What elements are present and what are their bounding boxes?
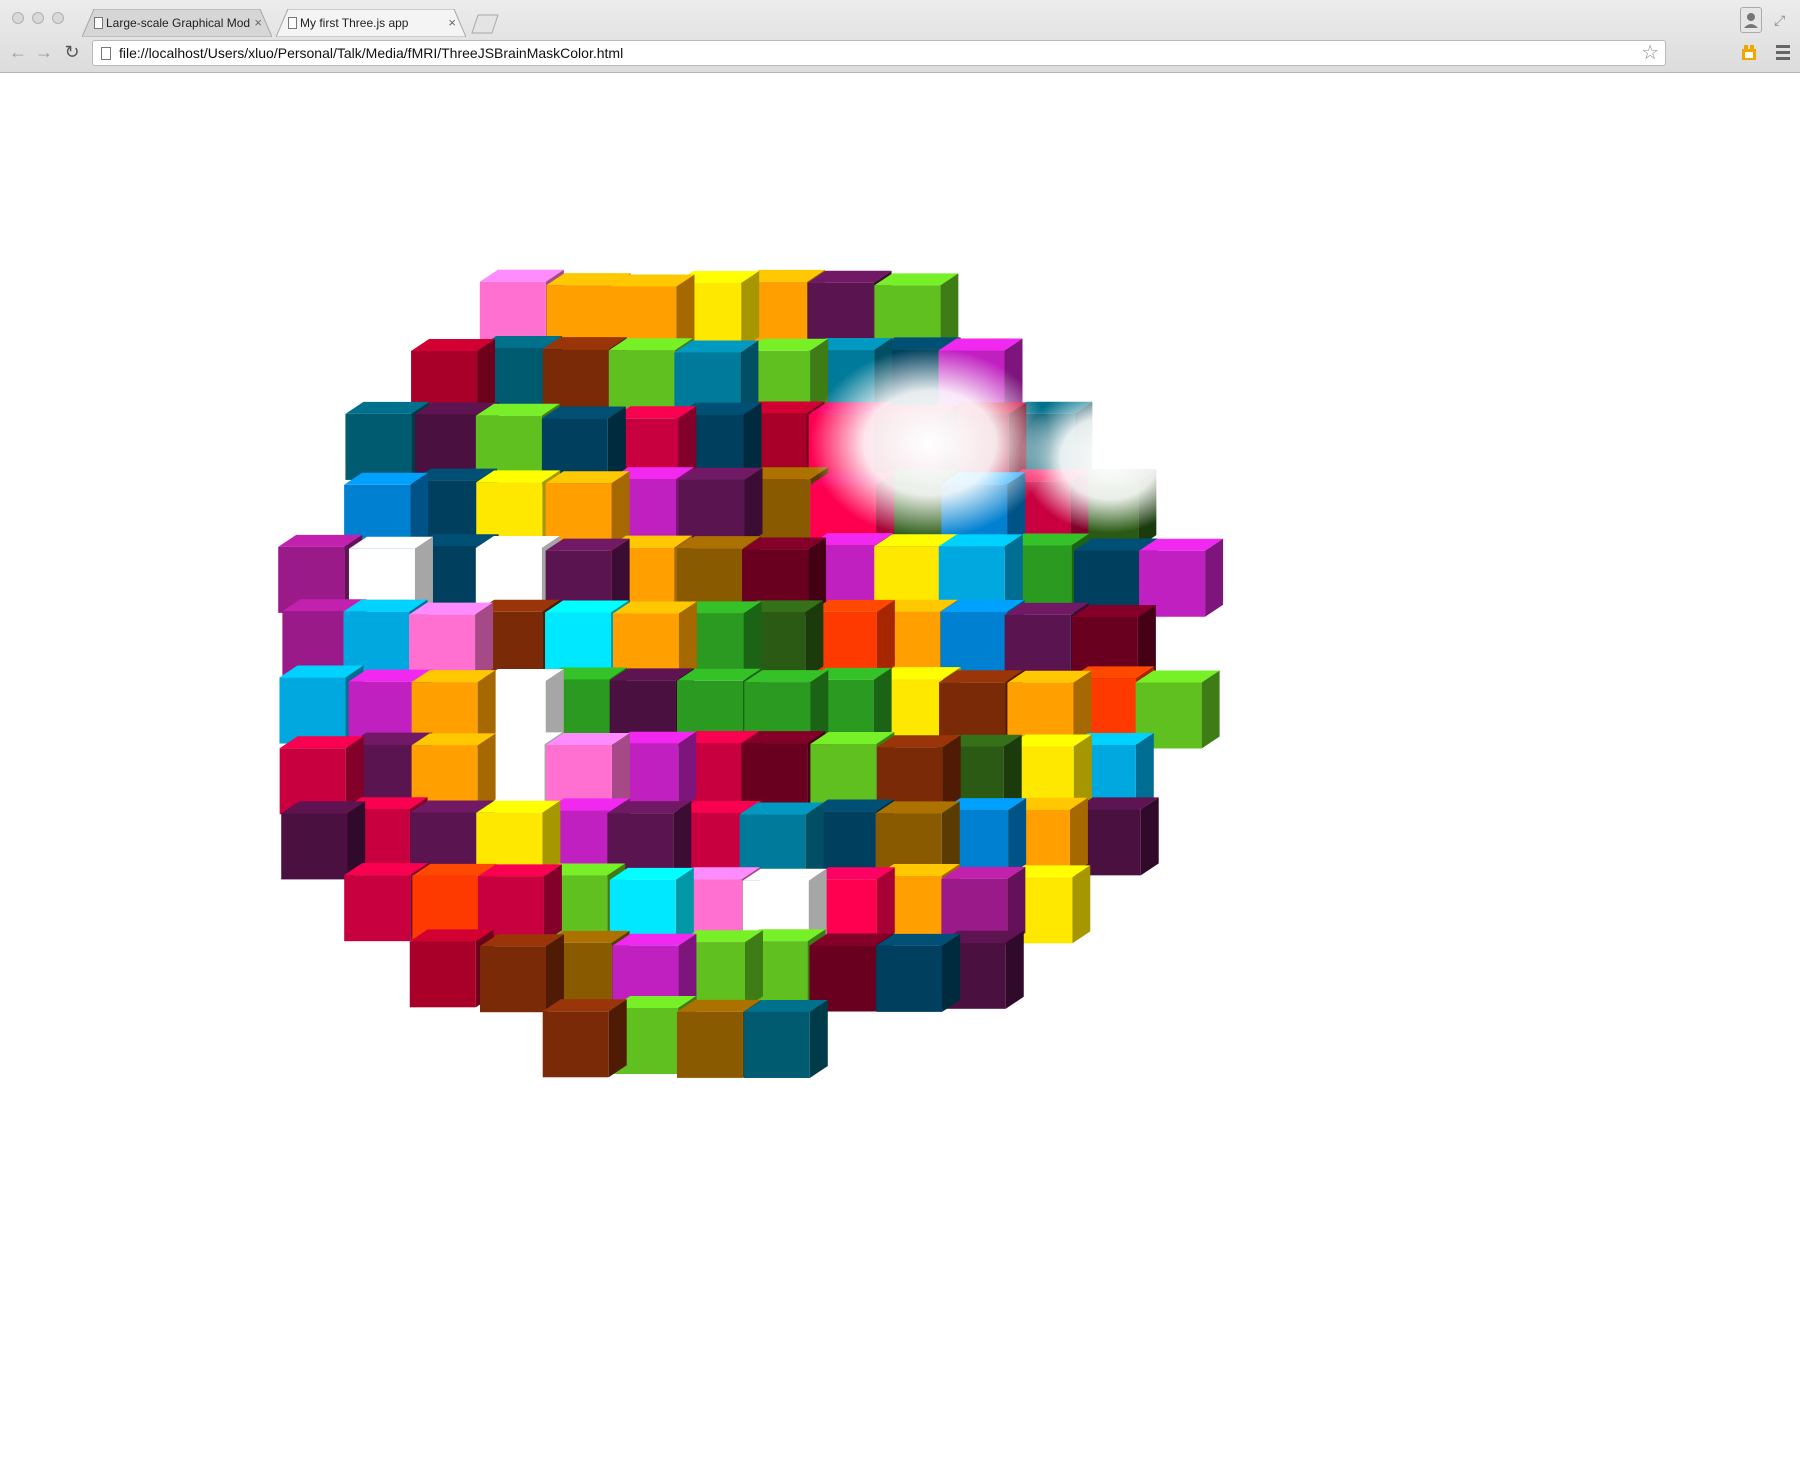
- forward-icon[interactable]: →: [34, 42, 54, 62]
- voxel-side-face: [876, 599, 895, 678]
- voxel-cube: [743, 999, 828, 1078]
- voxel-front-face: [741, 743, 808, 810]
- fullscreen-icon[interactable]: ⤢: [1774, 12, 1792, 30]
- window-minimize-button[interactable]: [32, 12, 44, 24]
- voxel-side-face: [1005, 930, 1024, 1009]
- voxel-side-face: [1201, 670, 1220, 749]
- voxel-front-face: [608, 350, 675, 417]
- page-icon: [288, 17, 297, 29]
- tab-title: My first Three.js app: [300, 16, 409, 30]
- specular-highlight: [810, 348, 1050, 538]
- voxel-cube: [281, 801, 366, 880]
- voxel-side-face: [678, 601, 697, 680]
- specular-highlight: [1020, 383, 1200, 533]
- voxel-front-face: [743, 1011, 810, 1078]
- url-text[interactable]: file://localhost/Users/xluo/Personal/Tal…: [119, 41, 623, 66]
- voxel-side-face: [1072, 865, 1091, 944]
- voxel-cube: [409, 602, 494, 681]
- voxel-side-face: [1140, 797, 1159, 876]
- voxel-front-face: [480, 946, 547, 1013]
- page-icon: [101, 47, 111, 60]
- back-icon[interactable]: ←: [8, 42, 28, 62]
- voxel-side-face: [1069, 797, 1088, 876]
- voxel-side-face: [608, 999, 627, 1078]
- voxel-front-face: [281, 813, 348, 880]
- new-tab-button[interactable]: [470, 14, 500, 34]
- voxel-front-face: [345, 413, 412, 480]
- tab-large-scale[interactable]: Large-scale Graphical Mod ×: [82, 9, 272, 37]
- voxel-cube: [542, 999, 627, 1078]
- profile-icon[interactable]: [1740, 7, 1762, 33]
- tab-close-icon[interactable]: ×: [448, 9, 456, 37]
- voxel-side-face: [743, 601, 762, 680]
- threejs-canvas[interactable]: [0, 73, 1800, 1464]
- reload-icon[interactable]: ↻: [62, 42, 82, 62]
- voxel-cube: [678, 467, 763, 546]
- page-icon: [94, 17, 103, 29]
- voxel-front-face: [876, 945, 943, 1012]
- window-close-button[interactable]: [12, 12, 24, 24]
- voxel-side-face: [744, 930, 763, 1009]
- voxel-side-face: [1205, 538, 1224, 617]
- voxel-side-face: [805, 600, 824, 679]
- voxel-front-face: [542, 1011, 609, 1078]
- tab-threejs-app[interactable]: My first Three.js app ×: [276, 9, 466, 37]
- voxel-side-face: [678, 731, 697, 810]
- extension-icon[interactable]: [1740, 44, 1758, 62]
- bookmark-star-icon[interactable]: ☆: [1641, 41, 1659, 65]
- hamburger-menu-icon[interactable]: [1774, 42, 1792, 62]
- voxel-front-face: [344, 875, 411, 942]
- voxel-front-face: [409, 941, 476, 1008]
- voxel-cube: [810, 599, 895, 678]
- tab-title: Large-scale Graphical Mod: [106, 16, 251, 30]
- voxel-side-face: [809, 999, 828, 1078]
- tab-close-icon[interactable]: ×: [254, 9, 262, 37]
- voxel-side-face: [543, 864, 562, 943]
- voxel-side-face: [673, 801, 692, 880]
- voxel-front-face: [676, 1011, 743, 1078]
- voxel-side-face: [744, 467, 763, 546]
- voxel-side-face: [741, 271, 760, 350]
- voxel-front-face: [279, 677, 346, 744]
- voxel-cube: [480, 934, 565, 1013]
- voxel-side-face: [1008, 798, 1027, 877]
- browser-titlebar: Large-scale Graphical Mod × My first Thr…: [0, 0, 1800, 73]
- voxel-side-face: [477, 733, 496, 812]
- voxel-side-face: [475, 602, 494, 681]
- address-bar[interactable]: file://localhost/Users/xluo/Personal/Tal…: [92, 40, 1666, 66]
- window-zoom-button[interactable]: [52, 12, 64, 24]
- voxel-cube: [876, 933, 961, 1012]
- voxel-side-face: [942, 933, 961, 1012]
